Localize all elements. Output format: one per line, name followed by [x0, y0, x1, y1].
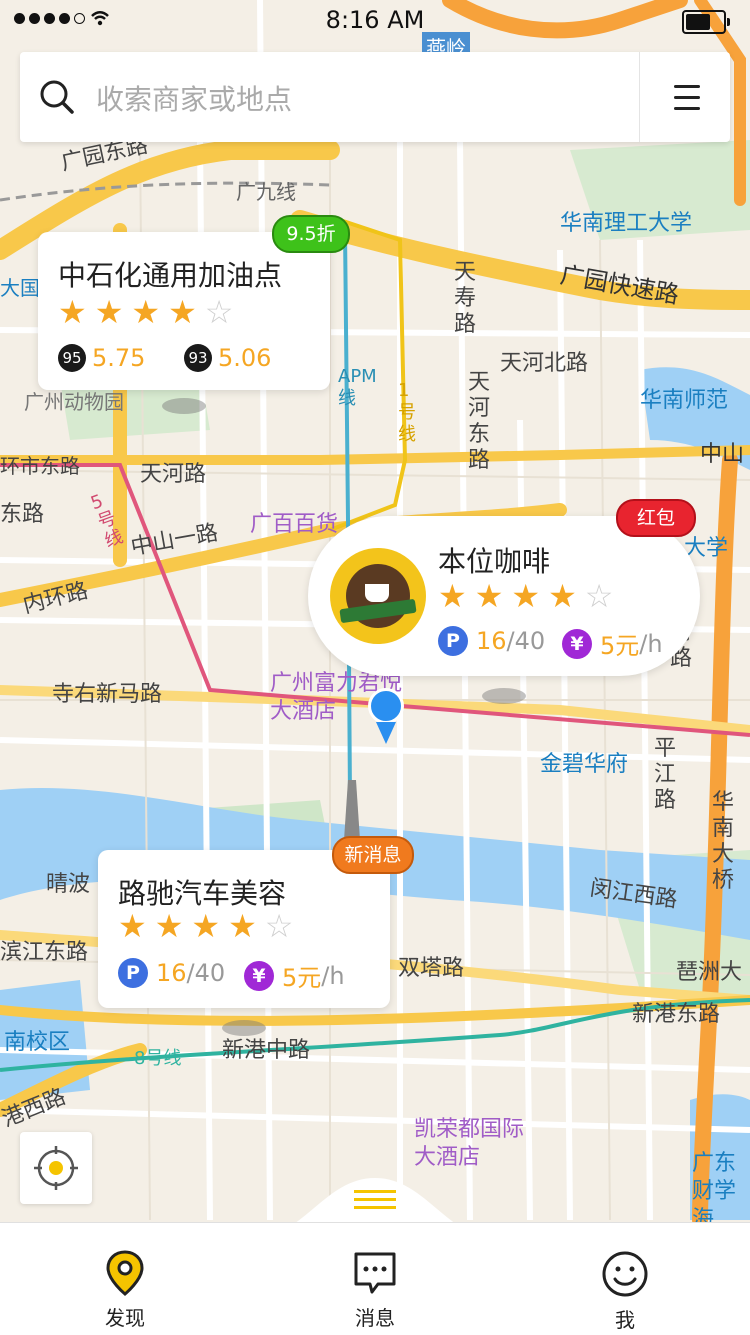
drawer-toggle-icon[interactable]: [354, 1190, 396, 1214]
star-icon: ★: [58, 293, 87, 331]
rating-stars: ★ ★ ★ ★ ☆: [58, 296, 233, 328]
gas-station-card[interactable]: 中石化通用加油点 ★ ★ ★ ★ ☆ 95 5.75 93 5.06: [38, 232, 330, 390]
star-empty-icon: ☆: [204, 293, 234, 331]
star-empty-icon: ☆: [584, 577, 614, 615]
menu-icon[interactable]: [674, 85, 700, 118]
gas-station-title: 中石化通用加油点: [58, 259, 283, 292]
fuel-price: 5.75: [92, 344, 146, 372]
price-info: ¥ 5元 /h: [562, 626, 663, 661]
fuel-price-95: 95 5.75: [58, 344, 145, 372]
star-icon: ★: [168, 293, 197, 331]
star-icon: ★: [228, 907, 257, 945]
fuel-price: 5.06: [218, 344, 272, 372]
star-icon: ★: [131, 293, 161, 331]
star-icon: ★: [154, 907, 184, 945]
parking-icon: P: [118, 958, 148, 988]
location-pin-icon: [106, 1250, 144, 1296]
rating-stars: ★ ★ ★ ★ ☆: [438, 580, 613, 612]
fuel-price-93: 93 5.06: [184, 344, 271, 372]
price-value: 5元: [282, 964, 322, 992]
parking-used: 16: [156, 959, 187, 987]
price-value: 5元: [600, 632, 640, 660]
current-location-marker: [368, 688, 404, 750]
search-icon[interactable]: [38, 78, 76, 116]
chat-icon: [354, 1252, 396, 1294]
status-time: 8:16 AM: [325, 6, 425, 34]
price-unit: /h: [321, 961, 345, 990]
pin-shadow: [482, 688, 526, 704]
coffee-shop-card[interactable]: 本位咖啡 ★ ★ ★ ★ ☆ P 16 /40 ¥ 5元 /h: [308, 516, 700, 676]
battery-icon: [682, 10, 730, 34]
price-unit: /h: [639, 629, 663, 658]
fuel-grade-badge: 95: [58, 344, 86, 372]
new-message-tag[interactable]: 新消息: [332, 836, 414, 874]
star-icon: ★: [548, 577, 577, 615]
star-icon: ★: [191, 907, 221, 945]
tab-label: 消息: [355, 1306, 395, 1330]
tab-discover[interactable]: 发现: [65, 1250, 185, 1331]
star-icon: ★: [474, 577, 504, 615]
yuan-icon: ¥: [244, 960, 274, 991]
car-care-title: 路驰汽车美容: [118, 877, 287, 910]
pin-shadow: [162, 398, 206, 414]
red-packet-tag[interactable]: 红包: [616, 499, 696, 537]
search-input[interactable]: 收索商家或地点: [96, 78, 292, 118]
locate-button[interactable]: [20, 1132, 92, 1204]
fuel-grade-badge: 93: [184, 344, 212, 372]
parking-icon: P: [438, 626, 468, 656]
smiley-icon: [602, 1251, 648, 1297]
price-info: ¥ 5元 /h: [244, 958, 345, 993]
star-icon: ★: [118, 907, 147, 945]
divider: [639, 52, 640, 142]
discount-tag[interactable]: 9.5折: [272, 215, 350, 253]
parking-info: P 16 /40: [438, 626, 545, 656]
coffee-shop-logo: [330, 548, 426, 644]
tab-label: 我: [615, 1308, 635, 1332]
yuan-icon: ¥: [562, 628, 592, 659]
parking-used: 16: [476, 627, 507, 655]
search-bar[interactable]: 收索商家或地点: [20, 52, 730, 142]
star-icon: ★: [511, 577, 541, 615]
locate-icon: [34, 1146, 78, 1190]
parking-total: /40: [506, 627, 546, 655]
tab-me[interactable]: 我: [565, 1250, 685, 1333]
parking-total: /40: [186, 959, 226, 987]
status-bar: 8:16 AM: [0, 0, 750, 40]
star-icon: ★: [94, 293, 124, 331]
tab-label: 发现: [105, 1306, 145, 1330]
star-icon: ★: [438, 577, 467, 615]
tab-messages[interactable]: 消息: [315, 1250, 435, 1331]
pin-shadow: [222, 1020, 266, 1036]
parking-info: P 16 /40: [118, 958, 225, 988]
star-empty-icon: ☆: [264, 907, 294, 945]
coffee-shop-title: 本位咖啡: [438, 545, 551, 578]
rating-stars: ★ ★ ★ ★ ☆: [118, 910, 293, 942]
